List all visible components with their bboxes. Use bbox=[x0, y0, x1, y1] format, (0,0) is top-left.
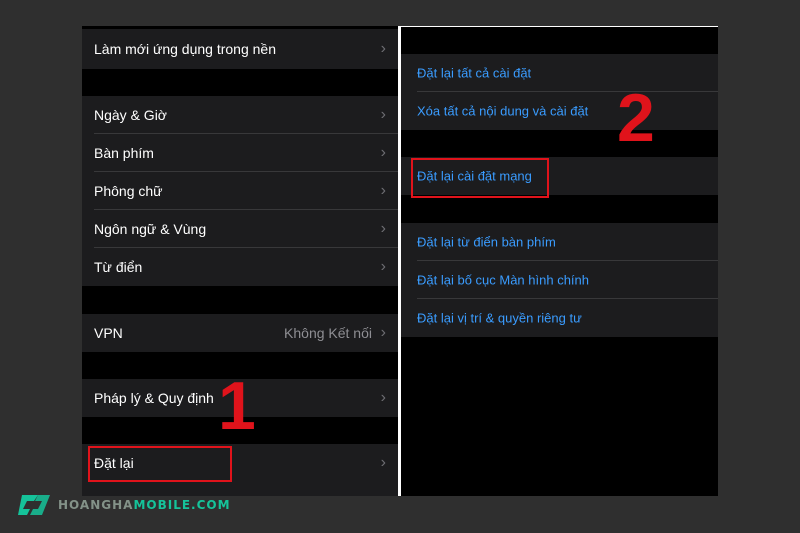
erase-all-content-button[interactable]: Xóa tất cả nội dung và cài đặt bbox=[401, 92, 718, 130]
menu-item-date-time[interactable]: Ngày & Giờ › bbox=[82, 96, 398, 134]
reset-highlight-box bbox=[88, 446, 232, 482]
option-label: Đặt lại bố cục Màn hình chính bbox=[417, 272, 589, 288]
option-label: Đặt lại từ điển bàn phím bbox=[417, 234, 556, 250]
reset-home-screen-layout-button[interactable]: Đặt lại bố cục Màn hình chính bbox=[401, 261, 718, 299]
chevron-right-icon: › bbox=[380, 258, 386, 275]
chevron-right-icon: › bbox=[380, 389, 386, 406]
menu-item-label: Từ điển bbox=[94, 259, 143, 275]
step-number-2: 2 bbox=[617, 80, 655, 156]
menu-item-vpn[interactable]: VPN Không Kết nối › bbox=[82, 314, 398, 352]
option-label: Đặt lại tất cả cài đặt bbox=[417, 65, 532, 81]
reset-all-settings-button[interactable]: Đặt lại tất cả cài đặt bbox=[401, 54, 718, 92]
option-label: Xóa tất cả nội dung và cài đặt bbox=[417, 103, 589, 119]
menu-item-background-refresh[interactable]: Làm mới ứng dụng trong nền › bbox=[82, 29, 398, 69]
menu-item-language-region[interactable]: Ngôn ngữ & Vùng › bbox=[82, 210, 398, 248]
menu-item-keyboard[interactable]: Bàn phím › bbox=[82, 134, 398, 172]
reset-location-privacy-button[interactable]: Đặt lại vị trí & quyền riêng tư bbox=[401, 299, 718, 337]
network-reset-highlight-box bbox=[411, 158, 549, 198]
chevron-right-icon: › bbox=[380, 220, 386, 237]
chevron-right-icon: › bbox=[380, 144, 386, 161]
menu-item-label: Ngôn ngữ & Vùng bbox=[94, 221, 207, 237]
menu-item-label: VPN bbox=[94, 325, 123, 341]
menu-item-label: Ngày & Giờ bbox=[94, 107, 167, 123]
vpn-status-value: Không Kết nối bbox=[284, 325, 372, 341]
panel-top-border bbox=[401, 26, 718, 27]
menu-item-fonts[interactable]: Phông chữ › bbox=[82, 172, 398, 210]
brand-watermark: HOANGHAMOBILE.COM bbox=[16, 492, 231, 518]
reset-keyboard-dictionary-button[interactable]: Đặt lại từ điển bàn phím bbox=[401, 223, 718, 261]
hoangha-logo-icon bbox=[18, 495, 50, 515]
menu-item-label: Phông chữ bbox=[94, 183, 163, 199]
menu-item-dictionary[interactable]: Từ điển › bbox=[82, 248, 398, 286]
step-number-1: 1 bbox=[218, 368, 256, 444]
menu-item-label: Làm mới ứng dụng trong nền bbox=[94, 41, 276, 57]
chevron-right-icon: › bbox=[380, 182, 386, 199]
menu-item-label: Bàn phím bbox=[94, 145, 154, 161]
brand-name: HOANGHAMOBILE.COM bbox=[58, 498, 231, 512]
option-label: Đặt lại vị trí & quyền riêng tư bbox=[417, 310, 582, 326]
reset-options-panel: Đặt lại tất cả cài đặt Xóa tất cả nội du… bbox=[401, 26, 718, 496]
chevron-right-icon: › bbox=[380, 454, 386, 471]
chevron-right-icon: › bbox=[380, 324, 386, 341]
brand-name-part1: HOANGHA bbox=[58, 498, 134, 512]
brand-name-part2: MOBILE.COM bbox=[133, 498, 231, 512]
chevron-right-icon: › bbox=[380, 40, 386, 57]
chevron-right-icon: › bbox=[380, 106, 386, 123]
menu-item-label: Pháp lý & Quy định bbox=[94, 390, 214, 406]
